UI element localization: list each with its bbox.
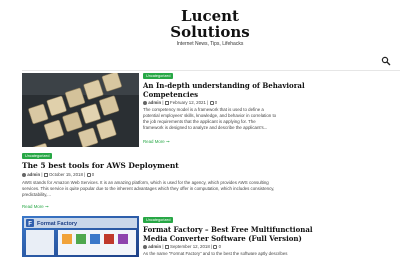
site-title-line2[interactable]: Solutions xyxy=(0,24,420,40)
excerpt-line: As the name “Format Factory” and to the … xyxy=(143,251,288,256)
user-icon xyxy=(143,244,147,249)
comment-count[interactable]: 0 xyxy=(215,100,217,105)
post-date[interactable]: September 12, 2018 xyxy=(170,244,210,249)
calendar-icon xyxy=(164,244,169,249)
comment-icon xyxy=(213,244,218,249)
search-icon xyxy=(381,56,391,66)
post-thumbnail[interactable] xyxy=(22,73,139,147)
post-title-line[interactable]: Competencies xyxy=(143,90,305,100)
category-badge[interactable]: Uncategorized xyxy=(22,153,53,159)
calendar-icon xyxy=(164,100,169,105)
site-title[interactable]: Lucent xyxy=(0,8,420,24)
excerpt-line: predictability,... xyxy=(22,192,51,197)
excerpt-line: framework is designed to analyze and des… xyxy=(143,125,268,130)
category-badge[interactable]: Uncategorized xyxy=(143,217,174,223)
post-author[interactable]: admin xyxy=(148,100,161,105)
post-title[interactable]: The 5 best tools for AWS Deployment xyxy=(22,161,179,170)
user-icon xyxy=(22,172,26,177)
separator: | xyxy=(162,100,164,105)
separator: | xyxy=(207,100,209,105)
category-badge[interactable]: Uncategorized xyxy=(143,73,174,79)
svg-text:F: F xyxy=(28,222,32,228)
post-date[interactable]: October 15, 2018 xyxy=(49,172,83,177)
separator: | xyxy=(162,244,164,249)
user-icon xyxy=(143,100,147,105)
post-date[interactable]: February 12, 2021 xyxy=(170,100,206,105)
post-title-line[interactable]: Media Converter Software (Full Version) xyxy=(143,234,313,244)
post-meta: admin | October 15, 2018 | 0 xyxy=(22,172,94,177)
post-meta: admin | February 12, 2021 | 0 xyxy=(143,100,217,105)
thumb-app-label: Format Factory xyxy=(37,221,78,227)
separator: | xyxy=(84,172,86,177)
read-more-label[interactable]: Read More xyxy=(22,204,44,209)
calendar-icon xyxy=(43,172,48,177)
post-excerpt: The competency model is a framework that… xyxy=(143,107,403,131)
comment-count[interactable]: 0 xyxy=(219,244,221,249)
search-button[interactable] xyxy=(381,53,391,66)
post-title[interactable]: Format Factory – Best Free Multifunction… xyxy=(143,225,313,244)
scrabble-tiles-image xyxy=(22,73,139,147)
post-meta: admin | September 12, 2018 | 0 xyxy=(143,244,221,249)
post-excerpt: As the name “Format Factory” and to the … xyxy=(143,251,403,257)
arrow-right-icon: ➞ xyxy=(44,204,49,209)
read-more-link[interactable]: Read More ➞ xyxy=(143,139,170,145)
arrow-right-icon: ➞ xyxy=(165,139,170,144)
comment-icon xyxy=(86,172,91,177)
site-header: Lucent Solutions Internet News, Tips, Li… xyxy=(0,0,420,56)
post-excerpt: AWS stands for Amazon Web Services. It i… xyxy=(22,180,402,198)
site-tagline: Internet News, Tips, Lifehacks xyxy=(176,41,244,47)
separator: | xyxy=(211,244,213,249)
separator: | xyxy=(41,172,43,177)
post-thumbnail[interactable]: F Format Factory xyxy=(22,216,139,257)
comment-count[interactable]: 0 xyxy=(92,172,94,177)
header-divider xyxy=(22,70,400,71)
post-author[interactable]: admin xyxy=(27,172,40,177)
post-author[interactable]: admin xyxy=(148,244,161,249)
read-more-link[interactable]: Read More ➞ xyxy=(22,204,49,210)
comment-icon xyxy=(209,100,214,105)
read-more-label[interactable]: Read More xyxy=(143,139,165,144)
post-title[interactable]: An In-depth understanding of Behavioral … xyxy=(143,81,305,100)
format-factory-screenshot-image: F Format Factory xyxy=(22,216,139,257)
